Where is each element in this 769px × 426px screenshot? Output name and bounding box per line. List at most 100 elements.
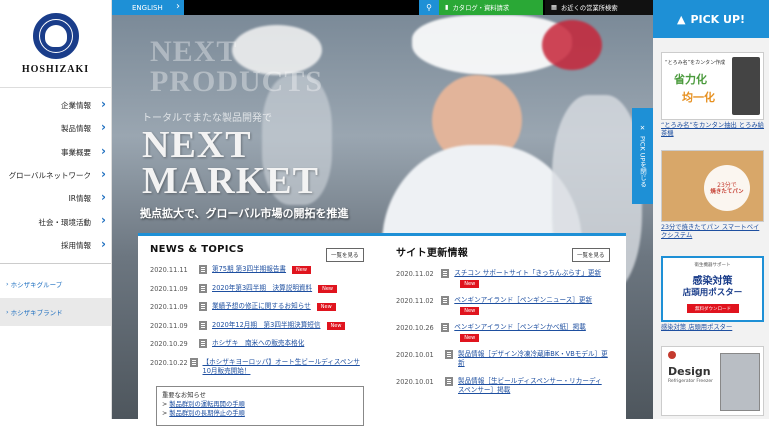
- news-date: 2020.10.22: [150, 358, 188, 367]
- site-row[interactable]: 2020.11.02 スチコン サポートサイト「きっちんぶらす」更新 New: [396, 268, 616, 295]
- sidebar-item-business[interactable]: 事業概要: [0, 141, 111, 164]
- english-link[interactable]: ENGLISH: [112, 0, 184, 15]
- new-badge: New: [292, 266, 311, 274]
- document-icon: [199, 302, 207, 311]
- news-date: 2020.11.09: [150, 303, 188, 311]
- news-title[interactable]: ホシザキ 南米への販売本格化: [212, 338, 304, 348]
- pickup-heading: PICK UP!: [690, 12, 746, 26]
- pickup-card-toromi[interactable]: “とろみ名”をカンタン作成 省力化 均一化 “とろみ名”をカンタン抽出 とろみ給…: [661, 52, 764, 138]
- site-updates-more-button[interactable]: 一覧を見る: [572, 248, 610, 262]
- pickup-card-poster[interactable]: 衛生機器サポート 感染対策 店頭用ポスター 無料ダウンロード 感染対策 店頭用ポ…: [661, 256, 764, 332]
- sidebar-item-ir[interactable]: IR情報: [0, 187, 111, 210]
- news-title[interactable]: 2020年第3四半期 決算説明資料: [212, 283, 312, 293]
- sidebar-item-recruit[interactable]: 採用情報: [0, 234, 111, 257]
- notice-link[interactable]: 製品群別の長期停止の手順: [169, 410, 245, 417]
- sidebar-item-corporate[interactable]: 企業情報: [0, 94, 111, 117]
- site-title[interactable]: ペンギンアイランド［ペンギンニュース］更新: [454, 295, 604, 305]
- pickup-image-text: 23分で: [717, 182, 737, 189]
- pickup-card-bake[interactable]: 23分で 焼きたてパン 23分で焼きたてパン スマートベイクシステム: [661, 150, 764, 240]
- document-icon: [199, 283, 207, 293]
- pickup-panel: ▲ PICK UP! “とろみ名”をカンタン作成 省力化 均一化 “とろみ名”を…: [653, 0, 769, 419]
- close-icon: ✕: [638, 124, 647, 133]
- news-row[interactable]: 2020.11.11 第75期 第3四半期報告書 New: [150, 264, 368, 283]
- site-row[interactable]: 2020.10.01 製品情報［生ビールディスペンサー・リカーディスペンサー］掲載: [396, 376, 616, 403]
- hero-subtitle: トータルでまたな製品開発で: [142, 113, 272, 124]
- site-row[interactable]: 2020.10.26 ペンギンアイランド［ペンギンかべ紙］掲載 New: [396, 322, 616, 349]
- site-title[interactable]: ペンギンアイランド［ペンギンかべ紙］掲載: [454, 322, 604, 332]
- pickup-image-text: 衛生機器サポート: [694, 263, 731, 268]
- document-icon: [441, 296, 450, 305]
- document-icon: [445, 350, 453, 359]
- new-badge: New: [460, 307, 480, 315]
- logo[interactable]: HOSHIZAKI: [0, 0, 111, 88]
- pickup-image-text: Design: [668, 365, 711, 378]
- pickup-caption[interactable]: 23分で焼きたてパン スマートベイクシステム: [661, 224, 764, 240]
- pickup-image: 衛生機器サポート 感染対策 店頭用ポスター 無料ダウンロード: [661, 256, 764, 322]
- pickup-image-text: 省力化: [674, 73, 707, 86]
- site-title[interactable]: 製品情報［生ビールディスペンサー・リカーディスペンサー］掲載: [458, 376, 608, 395]
- news-row[interactable]: 2020.11.09 業績予想の修正に関するお知らせ New: [150, 301, 368, 320]
- brand-name: HOSHIZAKI: [21, 63, 90, 75]
- pickup-caption[interactable]: “とろみ名”をカンタン抽出 とろみ給茶機: [661, 122, 764, 138]
- news-row[interactable]: 2020.11.09 2020年12月期 第3四半期決算短信 New: [150, 320, 368, 339]
- site-row[interactable]: 2020.11.02 ペンギンアイランド［ペンギンニュース］更新 New: [396, 295, 616, 322]
- new-badge: New: [316, 303, 336, 311]
- sidebar-item-csr[interactable]: 社会・環境活動: [0, 210, 111, 233]
- bake-badge: 23分で 焼きたてパン: [704, 165, 750, 211]
- document-icon: [441, 269, 450, 278]
- site-row[interactable]: 2020.10.01 製品情報［デザイン冷凍冷蔵庫BK・VBモデル］更新: [396, 349, 616, 376]
- site-date: 2020.10.01: [396, 351, 434, 359]
- news-panel: NEWS & TOPICS 一覧を見る 2020.11.11 第75期 第3四半期…: [138, 233, 626, 426]
- pickup-image-text: 感染対策: [692, 276, 733, 287]
- sidebar-item-products[interactable]: 製品情報: [0, 117, 111, 140]
- site-title[interactable]: スチコン サポートサイト「きっちんぶらす」更新: [454, 268, 604, 278]
- pickup-image: 23分で 焼きたてパン: [661, 150, 764, 222]
- machine-image: [732, 57, 760, 115]
- top-bar: ENGLISH ⚲ ▮ カタログ・資料請求 ▦ お近くの営業所検索: [112, 0, 653, 15]
- document-icon: [441, 323, 450, 332]
- catalog-request-button[interactable]: ▮ カタログ・資料請求: [439, 0, 543, 15]
- site-date: 2020.10.26: [396, 324, 434, 332]
- news-date: 2020.10.29: [150, 340, 188, 348]
- document-icon: [189, 357, 198, 367]
- news-title[interactable]: 業績予想の修正に関するお知らせ: [212, 301, 311, 311]
- site-date: 2020.10.01: [396, 378, 434, 386]
- pickup-image-text: 焼きたてパン: [710, 189, 744, 195]
- red-hat: [542, 20, 602, 70]
- thumbs-up-icon: ▲: [676, 12, 686, 26]
- new-badge: New: [318, 284, 338, 293]
- news-date: 2020.11.09: [150, 284, 188, 293]
- penguin-logo-icon: [32, 12, 79, 59]
- pickup-caption[interactable]: 感染対策 店頭用ポスター: [661, 324, 764, 332]
- news-title[interactable]: 【ホシザキヨーロッパ】オート生ビールディスペンサ10月販売開始！: [203, 357, 369, 376]
- pickup-tab-label: PICK UPを閉じる: [638, 136, 647, 188]
- hero-tagline: 拠点拡大で、グローバル市場の開拓を推進: [140, 207, 349, 220]
- hero-title: NEXT MARKET: [142, 124, 319, 200]
- pickup-image-text: 店頭用ポスター: [682, 288, 743, 298]
- pickup-card-design[interactable]: Design Refrigerator Freezer: [661, 346, 764, 416]
- news-title[interactable]: 2020年12月期 第3四半期決算短信: [212, 320, 321, 330]
- sidebar: HOSHIZAKI 企業情報 製品情報 事業概要 グローバルネットワーク IR情…: [0, 0, 112, 419]
- office-search-button[interactable]: ▦ お近くの営業所検索: [545, 0, 653, 15]
- site-title[interactable]: 製品情報［デザイン冷凍冷蔵庫BK・VBモデル］更新: [458, 349, 608, 368]
- new-badge: New: [460, 280, 480, 288]
- news-topics: NEWS & TOPICS 一覧を見る 2020.11.11 第75期 第3四半期…: [150, 244, 368, 375]
- sidebar-link-brand[interactable]: ホシザキブランド: [0, 298, 111, 327]
- news-date: 2020.11.11: [150, 266, 188, 274]
- site-date: 2020.11.02: [396, 297, 434, 305]
- news-title[interactable]: 第75期 第3四半期報告書: [212, 264, 286, 274]
- notice-link[interactable]: 製品群別の運転再開の手順: [169, 401, 245, 408]
- site-date: 2020.11.02: [396, 270, 434, 278]
- news-row[interactable]: 2020.10.29 ホシザキ 南米への販売本格化: [150, 338, 368, 357]
- news-row[interactable]: 2020.11.09 2020年第3四半期 決算説明資料 New: [150, 283, 368, 302]
- news-more-button[interactable]: 一覧を見る: [326, 248, 364, 262]
- download-button: 無料ダウンロード: [687, 304, 739, 313]
- award-icon: [668, 351, 676, 359]
- search-button[interactable]: ⚲: [419, 0, 439, 15]
- hero-title-line1: NEXT: [142, 124, 252, 166]
- sidebar-item-global[interactable]: グローバルネットワーク: [0, 164, 111, 187]
- sidebar-link-group[interactable]: ホシザキグループ: [0, 270, 111, 298]
- news-date: 2020.11.09: [150, 321, 188, 330]
- pickup-close-tab[interactable]: ✕ PICK UPを閉じる: [632, 108, 653, 204]
- news-row[interactable]: 2020.10.22 【ホシザキヨーロッパ】オート生ビールディスペンサ10月販売開…: [150, 357, 368, 376]
